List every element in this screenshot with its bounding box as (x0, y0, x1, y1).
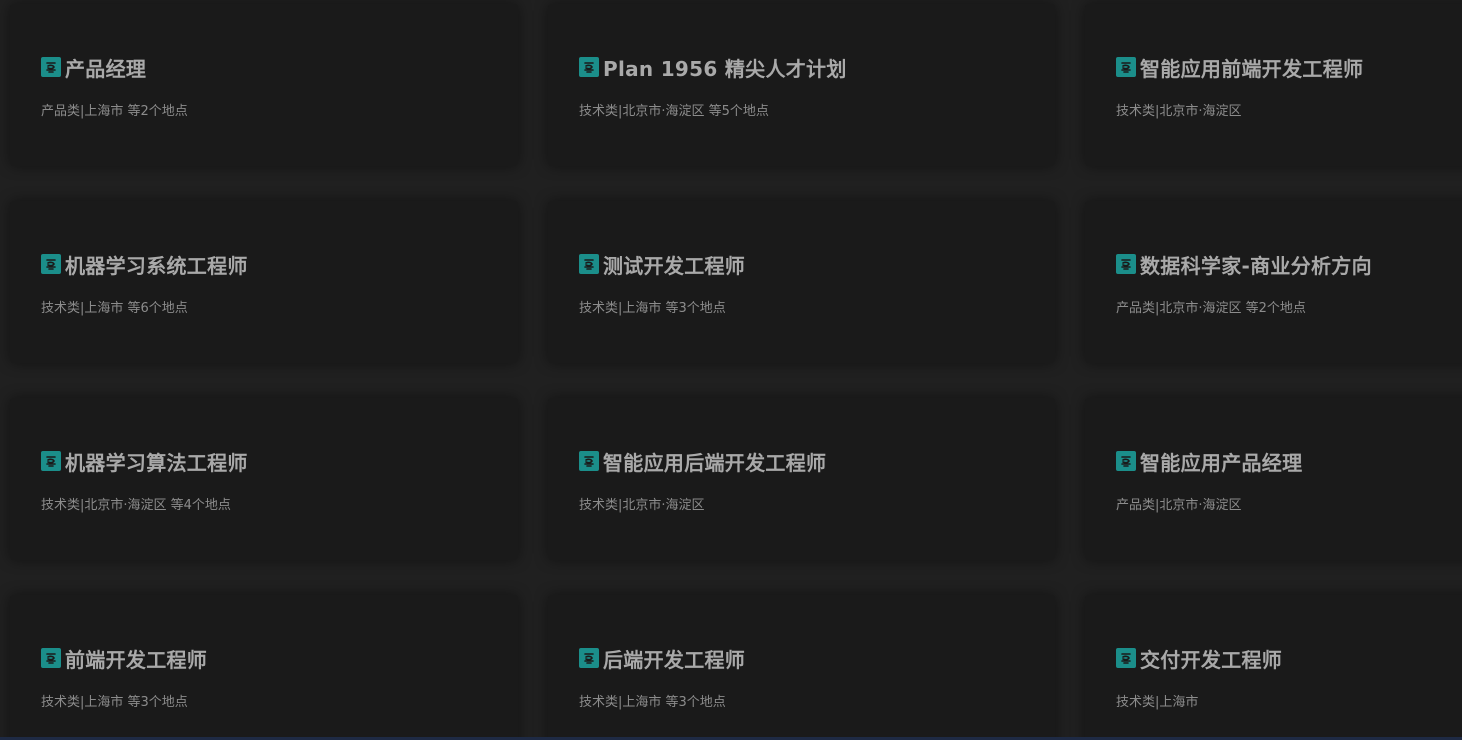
job-title-row: 智能应用后端开发工程师 (579, 447, 826, 476)
job-badge-icon (579, 451, 599, 471)
job-card[interactable]: 智能应用产品经理 产品类|北京市·海淀区 (1085, 398, 1462, 560)
job-card[interactable]: Plan 1956 精尖人才计划 技术类|北京市·海淀区 等5个地点 (548, 4, 1055, 166)
job-title-row: 智能应用前端开发工程师 (1116, 53, 1363, 82)
job-title-row: 测试开发工程师 (579, 250, 745, 279)
job-badge-icon (41, 451, 61, 471)
job-title-row: 数据科学家-商业分析方向 (1116, 250, 1372, 279)
job-card[interactable]: 测试开发工程师 技术类|上海市 等3个地点 (548, 201, 1055, 363)
job-title[interactable]: 智能应用产品经理 (1140, 447, 1302, 476)
job-badge-icon (1116, 451, 1136, 471)
job-meta: 产品类|北京市·海淀区 (1116, 498, 1242, 513)
job-title-row: 机器学习算法工程师 (41, 447, 248, 476)
job-badge-icon (579, 648, 599, 668)
job-title[interactable]: 机器学习系统工程师 (65, 250, 248, 279)
job-meta: 技术类|上海市 等3个地点 (579, 695, 726, 710)
job-meta: 技术类|北京市·海淀区 等4个地点 (41, 498, 231, 513)
job-badge-icon (1116, 254, 1136, 274)
job-badge-icon (1116, 648, 1136, 668)
job-list-grid: 产品经理 产品类|上海市 等2个地点 Plan 1956 精尖人才计划 技术类|… (0, 0, 1462, 740)
job-title[interactable]: 数据科学家-商业分析方向 (1140, 250, 1372, 279)
job-title[interactable]: 智能应用前端开发工程师 (1140, 53, 1363, 82)
job-meta: 技术类|北京市·海淀区 等5个地点 (579, 104, 769, 119)
job-card[interactable]: 前端开发工程师 技术类|上海市 等3个地点 (10, 595, 518, 740)
job-card[interactable]: 数据科学家-商业分析方向 产品类|北京市·海淀区 等2个地点 (1085, 201, 1462, 363)
job-title-row: 交付开发工程师 (1116, 644, 1282, 673)
job-badge-icon (41, 648, 61, 668)
job-meta: 产品类|北京市·海淀区 等2个地点 (1116, 301, 1306, 316)
job-card[interactable]: 机器学习算法工程师 技术类|北京市·海淀区 等4个地点 (10, 398, 518, 560)
job-title[interactable]: 机器学习算法工程师 (65, 447, 248, 476)
job-card[interactable]: 交付开发工程师 技术类|上海市 (1085, 595, 1462, 740)
job-title-row: 智能应用产品经理 (1116, 447, 1302, 476)
job-badge-icon (1116, 57, 1136, 77)
job-card[interactable]: 智能应用后端开发工程师 技术类|北京市·海淀区 (548, 398, 1055, 560)
job-title-row: Plan 1956 精尖人才计划 (579, 53, 847, 82)
job-badge-icon (41, 254, 61, 274)
job-title[interactable]: 交付开发工程师 (1140, 644, 1282, 673)
job-badge-icon (41, 57, 61, 77)
job-title[interactable]: 后端开发工程师 (603, 644, 745, 673)
job-title[interactable]: Plan 1956 精尖人才计划 (603, 53, 847, 82)
job-meta: 技术类|上海市 等3个地点 (41, 695, 188, 710)
job-meta: 产品类|上海市 等2个地点 (41, 104, 188, 119)
job-title-row: 机器学习系统工程师 (41, 250, 248, 279)
job-title[interactable]: 测试开发工程师 (603, 250, 745, 279)
job-title[interactable]: 智能应用后端开发工程师 (603, 447, 826, 476)
job-card[interactable]: 产品经理 产品类|上海市 等2个地点 (10, 4, 518, 166)
job-meta: 技术类|北京市·海淀区 (579, 498, 705, 513)
job-meta: 技术类|上海市 等3个地点 (579, 301, 726, 316)
job-title-row: 产品经理 (41, 53, 146, 82)
job-meta: 技术类|上海市 等6个地点 (41, 301, 188, 316)
job-card[interactable]: 智能应用前端开发工程师 技术类|北京市·海淀区 (1085, 4, 1462, 166)
job-badge-icon (579, 57, 599, 77)
job-title-row: 前端开发工程师 (41, 644, 207, 673)
job-badge-icon (579, 254, 599, 274)
job-meta: 技术类|上海市 (1116, 695, 1199, 710)
job-title[interactable]: 前端开发工程师 (65, 644, 207, 673)
job-card[interactable]: 后端开发工程师 技术类|上海市 等3个地点 (548, 595, 1055, 740)
job-card[interactable]: 机器学习系统工程师 技术类|上海市 等6个地点 (10, 201, 518, 363)
job-title[interactable]: 产品经理 (65, 53, 146, 82)
job-title-row: 后端开发工程师 (579, 644, 745, 673)
job-meta: 技术类|北京市·海淀区 (1116, 104, 1242, 119)
